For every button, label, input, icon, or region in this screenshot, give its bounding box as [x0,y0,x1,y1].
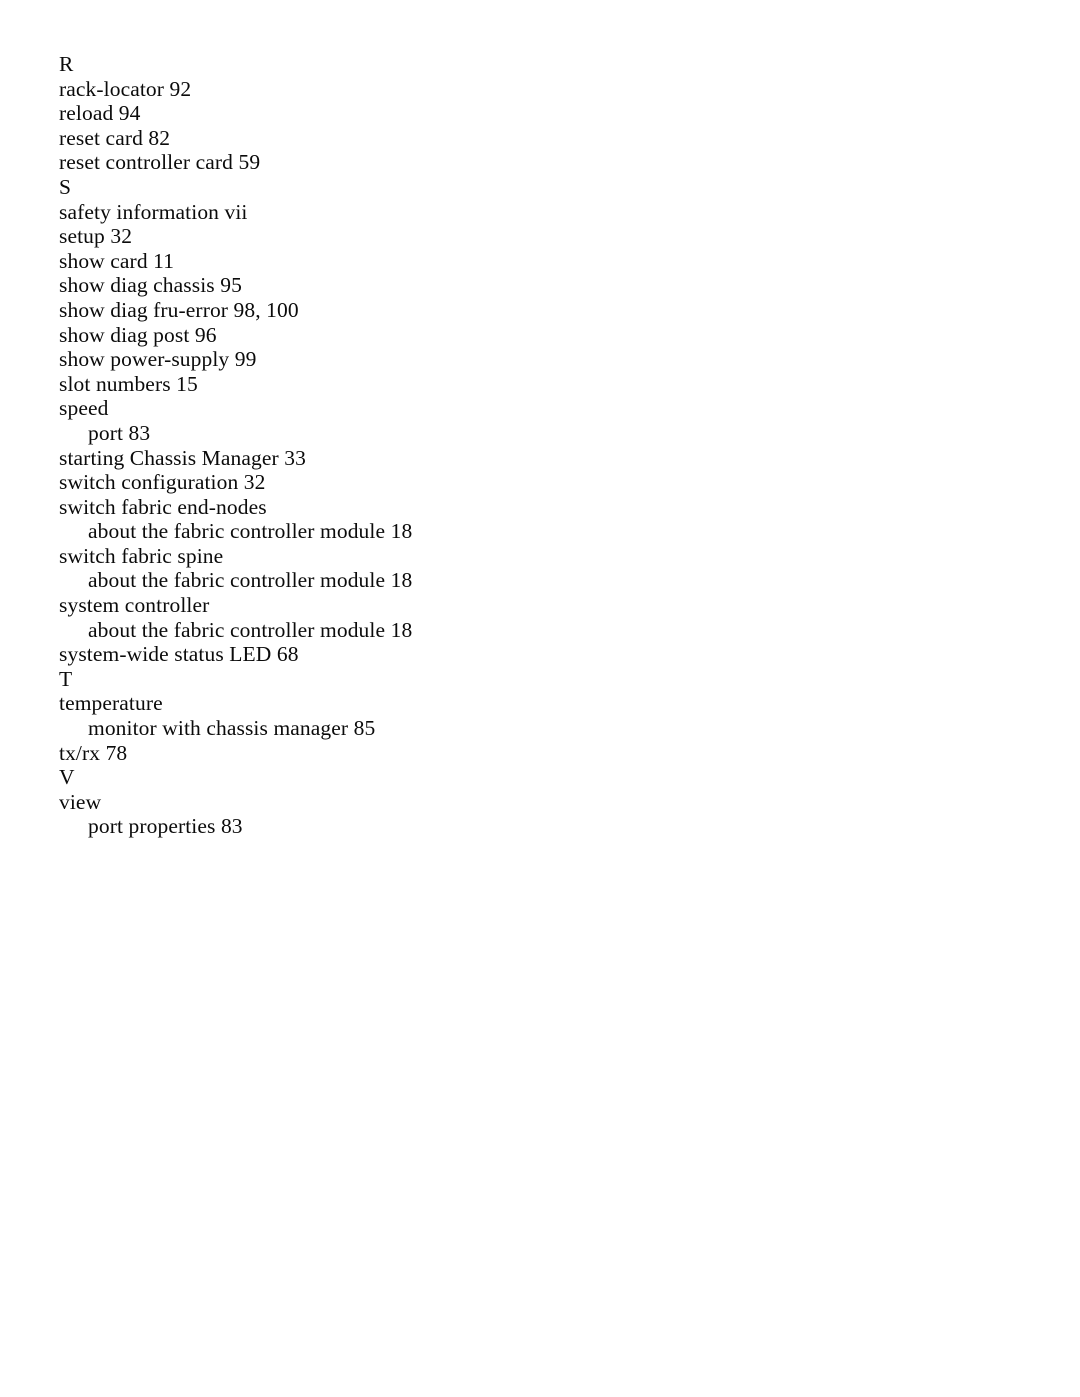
index-entry: switch fabric spine [59,543,224,568]
index-entry: reset card 82 [59,125,171,150]
index-entry: reload 94 [59,101,141,126]
index-section-letter: T [59,666,73,691]
index-entry: temperature [59,691,163,716]
index-entry: show diag chassis 95 [59,273,242,298]
index-subentry: about the fabric controller module 18 [88,617,413,642]
index-entry: show diag post 96 [59,322,217,347]
index-entry: switch configuration 32 [59,470,266,495]
index-entry: reset controller card 59 [59,150,261,175]
index-entry: system controller [59,593,210,618]
index-subentry: monitor with chassis manager 85 [88,716,376,741]
index-entry: rack-locator 92 [59,76,192,101]
index-entry: switch fabric end-nodes [59,494,267,519]
index-entry: speed [59,396,109,421]
index-entry: view [59,789,102,814]
index-subentry: port properties 83 [88,814,243,839]
index-subentry: port 83 [88,420,151,445]
index-section-letter: V [59,765,75,790]
index-section-letter: S [59,174,72,199]
index-entry: show card 11 [59,248,175,273]
document-page: Rrack-locator 92 reload 94 reset card 82 re… [0,0,1080,1397]
index-entry: show power-supply 99 [59,347,257,372]
index-section-letter: R [59,52,74,76]
index-entry: safety information vii [59,199,248,224]
index-entry: show diag fru-error 98, 100 [59,297,299,322]
index-entry: slot numbers 15 [59,371,198,396]
index-entry: system-wide status LED 68 [59,642,299,667]
index-subentry: about the fabric controller module 18 [88,568,413,593]
index-subentry: about the fabric controller module 18 [88,519,413,544]
index-entry: tx/rx 78 [59,740,128,765]
index-entry: starting Chassis Manager 33 [59,445,306,470]
index-entry-list: Rrack-locator 92 reload 94 reset card 82 re… [59,52,699,839]
index-entry: setup 32 [59,224,133,249]
